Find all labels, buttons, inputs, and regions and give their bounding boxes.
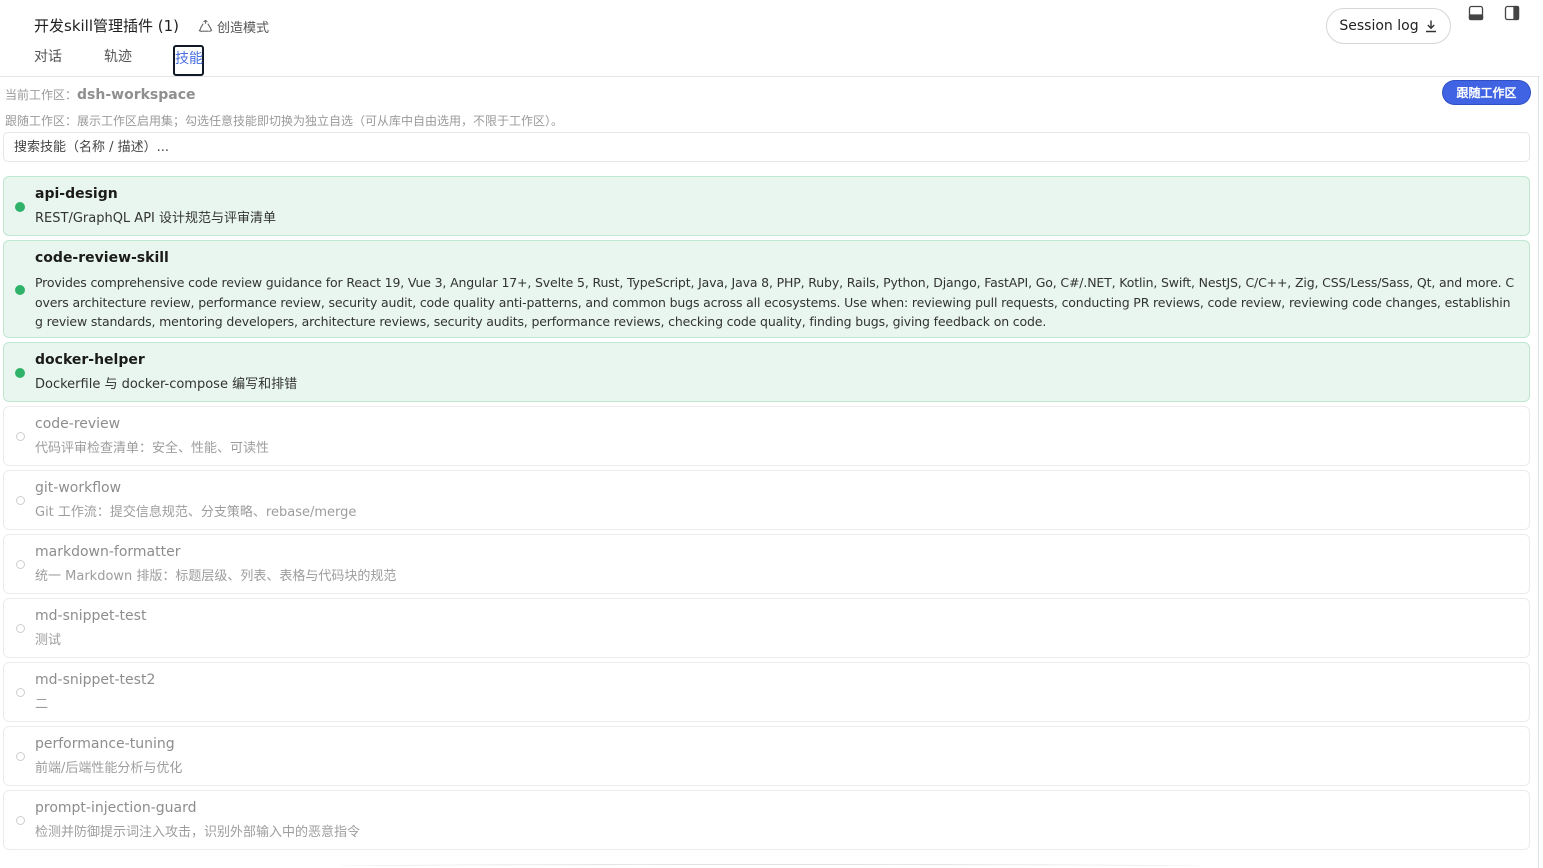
skill-item-code-review[interactable]: code-review 代码评审检查清单：安全、性能、可读性 — [3, 406, 1530, 466]
skill-description: 二 — [35, 697, 49, 712]
header-divider — [0, 76, 1540, 77]
skill-name: code-review — [35, 416, 121, 432]
workspace-label: 当前工作区：dsh-workspace — [5, 86, 196, 103]
scroll-edge — [340, 864, 1200, 868]
workspace-prefix: 当前工作区： — [5, 88, 78, 102]
skill-description: Dockerfile 与 docker-compose 编写和排错 — [35, 377, 298, 392]
skill-description: 统一 Markdown 排版：标题层级、列表、表格与代码块的规范 — [35, 569, 397, 584]
skill-description: 测试 — [35, 633, 62, 648]
skill-name: md-snippet-test2 — [35, 672, 156, 688]
skill-name: markdown-formatter — [35, 544, 181, 560]
skill-name: git-workflow — [35, 480, 122, 496]
page-title: 开发skill管理插件 (1) — [34, 17, 180, 35]
skill-name: code-review-skill — [35, 250, 169, 266]
skill-description: Provides comprehensive code review guida… — [35, 275, 1514, 329]
panel-bottom-icon[interactable] — [1468, 5, 1484, 21]
enabled-dot-icon[interactable] — [15, 202, 25, 212]
download-icon — [1425, 20, 1436, 33]
skill-name: md-snippet-test — [35, 608, 147, 624]
disabled-dot-icon[interactable] — [16, 752, 25, 761]
skill-item-api-design[interactable]: api-design REST/GraphQL API 设计规范与评审清单 — [3, 176, 1530, 236]
mode-label: 创造模式 — [217, 21, 270, 36]
skill-item-markdown-formatter[interactable]: markdown-formatter 统一 Markdown 排版：标题层级、列表… — [3, 534, 1530, 594]
skill-description: 检测并防御提示词注入攻击，识别外部输入中的恶意指令 — [35, 825, 361, 840]
skill-item-docker-helper[interactable]: docker-helper Dockerfile 与 docker-compose… — [3, 342, 1530, 402]
disabled-dot-icon[interactable] — [16, 560, 25, 569]
skill-item-md-snippet-test2[interactable]: md-snippet-test2 二 — [3, 662, 1530, 722]
disabled-dot-icon[interactable] — [16, 624, 25, 633]
disabled-dot-icon[interactable] — [16, 688, 25, 697]
disabled-dot-icon[interactable] — [16, 496, 25, 505]
session-log-button[interactable]: Session log — [1326, 8, 1451, 44]
panel-header: 开发skill管理插件 (1) 创造模式 对话 轨迹 技能 Session lo… — [0, 0, 1543, 78]
skill-item-performance-tuning[interactable]: performance-tuning 前端/后端性能分析与优化 — [3, 726, 1530, 786]
skill-description: 前端/后端性能分析与优化 — [35, 761, 183, 776]
skill-item-code-review-skill[interactable]: code-review-skill Provides comprehensive … — [3, 240, 1530, 338]
tab-skills[interactable]: 技能 — [173, 45, 204, 76]
disabled-dot-icon[interactable] — [16, 816, 25, 825]
skill-description: 代码评审检查清单：安全、性能、可读性 — [35, 441, 270, 456]
mode-indicator[interactable]: 创造模式 — [198, 17, 269, 36]
panel-border — [1538, 76, 1539, 868]
skill-item-git-workflow[interactable]: git-workflow Git 工作流：提交信息规范、分支策略、rebase/m… — [3, 470, 1530, 530]
skill-name: api-design — [35, 186, 118, 202]
skill-name: prompt-injection-guard — [35, 800, 197, 816]
skill-description: Git 工作流：提交信息规范、分支策略、rebase/merge — [35, 505, 357, 520]
disabled-dot-icon[interactable] — [16, 432, 25, 441]
follow-workspace-button[interactable]: 跟随工作区 — [1443, 81, 1530, 104]
tab-chat[interactable]: 对话 — [34, 46, 62, 66]
tab-trace[interactable]: 轨迹 — [104, 46, 132, 66]
enabled-dot-icon[interactable] — [15, 368, 25, 378]
recycle-icon — [198, 19, 213, 33]
skill-name: performance-tuning — [35, 736, 175, 752]
session-log-label: Session log — [1339, 18, 1419, 34]
skill-name: docker-helper — [35, 352, 145, 368]
skill-search-input[interactable] — [3, 132, 1530, 162]
skill-item-prompt-injection-guard[interactable]: prompt-injection-guard 检测并防御提示词注入攻击，识别外部输… — [3, 790, 1530, 850]
enabled-dot-icon[interactable] — [15, 285, 25, 295]
panel-right-icon[interactable] — [1504, 5, 1520, 21]
workspace-name: dsh-workspace — [77, 87, 196, 103]
workspace-hint: 跟随工作区：展示工作区启用集；勾选任意技能即切换为独立自选（可从库中自由选用，不… — [5, 114, 564, 128]
skill-description: REST/GraphQL API 设计规范与评审清单 — [35, 211, 277, 226]
skill-item-md-snippet-test[interactable]: md-snippet-test 测试 — [3, 598, 1530, 658]
